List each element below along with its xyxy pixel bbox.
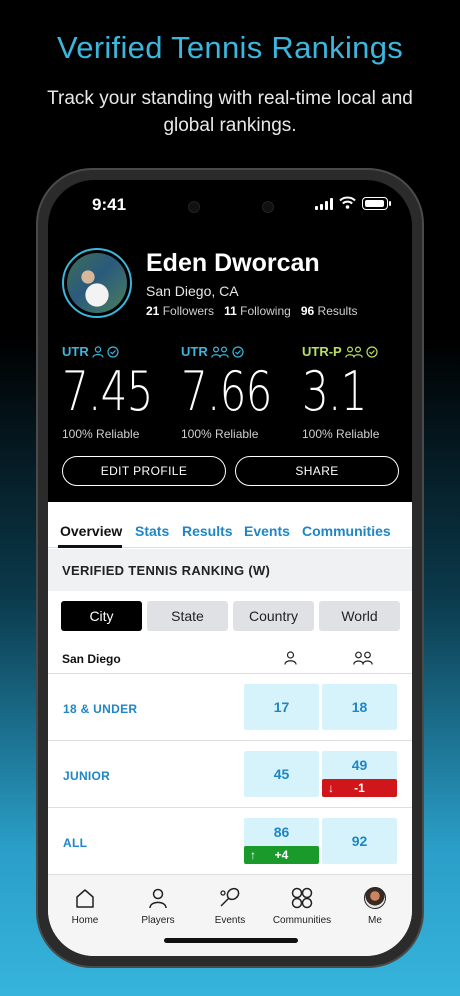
dynamic-island [176,192,286,222]
people-icon [210,345,229,358]
doubles-rank: 92 [351,833,368,849]
rating-label: UTR-P [302,344,342,359]
results-count[interactable]: 96 [301,304,314,318]
followers-count[interactable]: 21 [146,304,159,318]
verified-icon [366,345,378,358]
rating-reliability: 100% Reliable [181,427,259,441]
tab-communities[interactable]: Communities [302,523,391,539]
nav-label: Communities [272,915,332,926]
rating-reliability: 100% Reliable [302,427,380,441]
subline: Track your standing with real-time local… [47,88,413,136]
rank-change-badge: ↓ -1 [322,779,397,797]
singles-rank: 86 [273,824,290,840]
singles-rank: 45 [273,766,290,782]
followers-label[interactable]: Followers [163,304,214,318]
status-time: 9:41 [92,195,127,214]
nav-players[interactable]: Players [124,883,192,926]
racket-icon [220,887,240,907]
battery-icon [362,197,388,210]
person-icon [92,345,104,358]
signal-icon [315,198,333,210]
rating-value: 3.1 [302,360,367,423]
ranking-row-all[interactable]: ALL 86 ↑ +4 92 [48,808,412,875]
home-icon [76,889,94,908]
tab-stats[interactable]: Stats [135,523,169,539]
wifi-icon [339,196,356,209]
following-label[interactable]: Following [240,304,291,318]
people-icon [344,345,363,358]
rating-label: UTR [62,344,89,359]
avatar [364,887,386,909]
rating-value: 7.66 [181,360,272,423]
nav-communities[interactable]: Communities [268,883,336,926]
rating-doubles[interactable]: UTR 7.66 100% Reliable [181,344,291,441]
rank-change-badge: ↑ +4 [244,846,319,864]
phone-screen: 9:41 Eden Dworcan San Diego, CA 21 Follo… [48,180,412,956]
rating-reliability: 100% Reliable [62,427,140,441]
results-label[interactable]: Results [318,304,358,318]
rating-value: 7.45 [62,360,153,423]
ranking-row-18-under[interactable]: 18 & UNDER 17 18 [48,674,412,741]
tab-bar: Overview Stats Results Events Communitie… [48,502,412,548]
rating-pickleball[interactable]: UTR-P 3.1 100% Reliable [302,344,412,441]
verified-icon [107,345,119,358]
headline: Verified Tennis Rankings [56,30,404,65]
profile-location: San Diego, CA [146,283,239,299]
city-label: San Diego [62,652,121,666]
verified-icon [232,345,244,358]
singles-rank-cell[interactable]: 45 [244,751,319,797]
ranking-row-junior[interactable]: JUNIOR 45 49 ↓ -1 [48,741,412,808]
rank-change: -1 [354,781,365,795]
nav-label: Home [71,915,99,926]
rating-label: UTR [181,344,208,359]
rank-change: +4 [274,848,289,862]
scope-country[interactable]: Country [233,601,314,631]
home-indicator [164,938,298,943]
nav-home[interactable]: Home [51,883,119,926]
scope-world[interactable]: World [319,601,400,631]
doubles-rank: 18 [351,699,368,715]
rating-singles[interactable]: UTR 7.45 100% Reliable [62,344,172,441]
nav-events[interactable]: Events [196,883,264,926]
profile-stats: 21 Followers 11 Following 96 Results [146,304,358,318]
edit-profile-button[interactable]: EDIT PROFILE [62,456,226,486]
person-icon [149,888,167,909]
share-button[interactable]: SHARE [235,456,399,486]
status-bar: 9:41 [48,180,412,230]
avatar[interactable] [62,248,132,318]
section-header: VERIFIED TENNIS RANKING (W) [48,549,412,591]
communities-icon [291,887,313,909]
singles-rank-cell[interactable]: 86 ↑ +4 [244,818,319,864]
singles-rank-cell[interactable]: 17 [244,684,319,730]
section-title: VERIFIED TENNIS RANKING (W) [62,563,271,578]
tab-results[interactable]: Results [182,523,233,539]
nav-label: Events [214,915,246,926]
tab-overview[interactable]: Overview [60,523,122,539]
doubles-rank-cell[interactable]: 92 [322,818,397,864]
nav-me[interactable]: Me [341,883,409,926]
doubles-rank-cell[interactable]: 49 ↓ -1 [322,751,397,797]
following-count[interactable]: 11 [224,304,237,318]
doubles-rank: 49 [351,757,368,773]
bottom-nav: Home Players Events Communities Me [48,874,412,956]
row-label: ALL [63,836,88,850]
active-tab-indicator [58,545,122,548]
table-header: San Diego [48,642,412,674]
row-label: JUNIOR [63,769,111,783]
profile-name: Eden Dworcan [146,249,320,277]
nav-label: Players [141,915,175,926]
scope-city[interactable]: City [61,601,142,631]
scope-state[interactable]: State [147,601,228,631]
singles-icon [284,651,297,665]
singles-rank: 17 [273,699,290,715]
row-label: 18 & UNDER [63,702,138,716]
doubles-rank-cell[interactable]: 18 [322,684,397,730]
doubles-icon [353,651,373,665]
tab-events[interactable]: Events [244,523,290,539]
nav-label: Me [368,915,382,926]
